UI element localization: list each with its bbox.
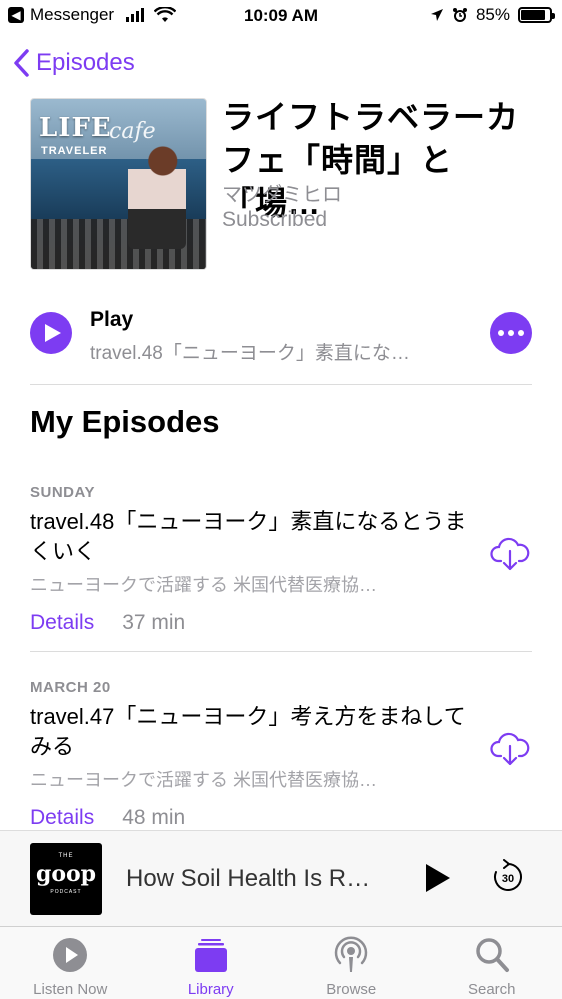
- alarm-icon: [452, 8, 467, 22]
- more-options-button[interactable]: [490, 312, 532, 354]
- subscription-status: Subscribed: [222, 208, 328, 231]
- tab-label: Listen Now: [33, 981, 108, 998]
- search-icon: [476, 938, 509, 972]
- back-button[interactable]: Episodes: [12, 48, 135, 78]
- skip-forward-30-icon[interactable]: 30: [490, 859, 526, 895]
- episode-date: MARCH 20: [30, 679, 111, 696]
- tab-search[interactable]: Search: [422, 927, 562, 999]
- episode-details-link[interactable]: Details: [30, 806, 94, 830]
- svg-text:30: 30: [502, 873, 514, 885]
- artwork-logo: LIFE: [39, 113, 112, 143]
- divider: [30, 384, 532, 385]
- download-cloud-icon[interactable]: [490, 534, 530, 574]
- tab-browse[interactable]: Browse: [281, 927, 422, 999]
- tab-label: Search: [467, 981, 516, 998]
- battery-icon: [518, 7, 555, 23]
- tab-listen-now[interactable]: Listen Now: [0, 927, 141, 999]
- episode-title[interactable]: travel.47「ニューヨーク」考え方をまねしてみる: [30, 702, 470, 762]
- section-title: My Episodes: [30, 404, 220, 439]
- podcast-author[interactable]: マツダミヒロ: [222, 178, 342, 207]
- download-cloud-icon[interactable]: [490, 729, 530, 769]
- episode-description: ニューヨークで活躍する 米国代替医療協…: [30, 770, 377, 790]
- mini-player-title[interactable]: How Soil Health Is R…: [126, 865, 386, 893]
- podcast-icon: [335, 936, 368, 972]
- status-bar: ◀ Messenger 10:09 AM 85%: [0, 0, 562, 34]
- play-icon: [45, 324, 61, 342]
- back-button-label: Episodes: [36, 49, 135, 76]
- chevron-left-icon: [14, 49, 29, 77]
- episode-duration: 37 min: [122, 611, 186, 634]
- location-icon: [430, 9, 443, 21]
- episode-title[interactable]: travel.48「ニューヨーク」素直になるとうまくいく: [30, 507, 470, 567]
- tab-label: Library: [187, 981, 234, 998]
- play-subtitle: travel.48「ニューヨーク」素直にな…: [90, 343, 410, 364]
- mini-player-artwork[interactable]: THE goop PODCAST: [30, 843, 102, 915]
- library-icon: [194, 939, 227, 972]
- tab-label: Browse: [326, 981, 377, 998]
- mini-player[interactable]: THE goop PODCAST How Soil Health Is R… 3…: [0, 830, 562, 926]
- episode-duration: 48 min: [122, 806, 186, 829]
- podcast-artwork[interactable]: LIFE TRAVELER cafe: [30, 98, 207, 270]
- play-label: Play: [90, 308, 134, 331]
- episode-details-link[interactable]: Details: [30, 611, 94, 635]
- play-row[interactable]: Play travel.48「ニューヨーク」素直にな…: [30, 308, 532, 364]
- navigation-bar: Episodes: [0, 40, 562, 90]
- episode-description: ニューヨークで活躍する 米国代替医療協…: [30, 575, 377, 595]
- episode-item[interactable]: SUNDAY travel.48「ニューヨーク」素直になるとうまくいく ニューヨ…: [30, 484, 532, 635]
- tab-library[interactable]: Library: [141, 927, 282, 999]
- tab-bar: Listen Now Library Browse Search: [0, 926, 562, 999]
- play-circle-icon: [53, 938, 88, 972]
- battery-percent: 85%: [475, 5, 510, 24]
- episode-item[interactable]: MARCH 20 travel.47「ニューヨーク」考え方をまねしてみる ニュー…: [30, 679, 532, 830]
- play-icon[interactable]: [424, 863, 452, 893]
- divider: [30, 651, 532, 652]
- play-button[interactable]: [30, 312, 72, 354]
- episode-date: SUNDAY: [30, 484, 95, 501]
